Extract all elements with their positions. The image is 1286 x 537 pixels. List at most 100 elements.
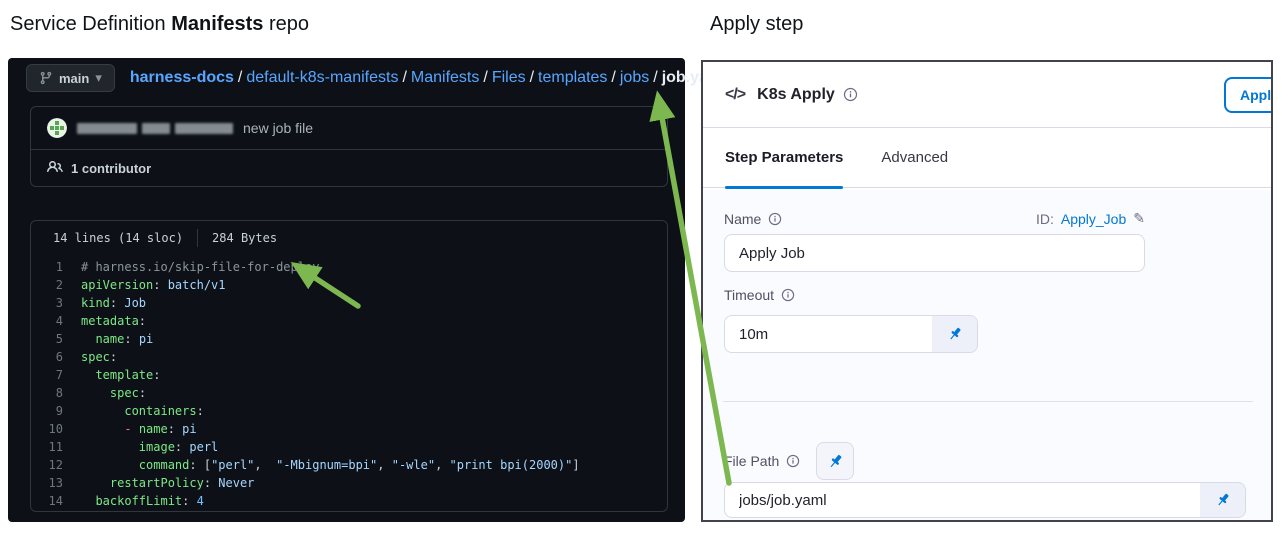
code-text: image: perl: [138, 440, 219, 454]
timeout-input-group: [724, 315, 978, 353]
breadcrumb-segment-link[interactable]: Manifests: [411, 69, 479, 86]
file-path-label: File Path: [724, 453, 800, 469]
file-path-pin-button[interactable]: [816, 442, 855, 480]
line-number[interactable]: 9: [31, 402, 81, 420]
step-id-value[interactable]: Apply_Job: [1061, 211, 1126, 227]
code-line: 1 # harness.io/skip-file-for-deploy: [31, 258, 667, 276]
code-line: 14 backoffLimit: 4: [31, 492, 667, 510]
commit-row: new job file: [31, 107, 667, 150]
line-number[interactable]: 7: [31, 366, 81, 384]
code-text: kind: Job: [81, 296, 147, 310]
step-id-row: ID: Apply_Job ✎: [1036, 210, 1145, 227]
code-line: 4 metadata:: [31, 312, 667, 330]
code-line: 8 spec:: [31, 384, 667, 402]
name-info-icon[interactable]: [768, 212, 782, 226]
contributors-label: 1 contributor: [71, 160, 152, 176]
breadcrumb-segment-link[interactable]: templates: [538, 69, 607, 86]
file-path-label-text: File Path: [724, 453, 780, 469]
code-line: 13 restartPolicy: Never: [31, 474, 667, 492]
step-tabs: Step Parameters Advanced: [703, 128, 1271, 189]
code-line: 2 apiVersion: batch/v1: [31, 276, 667, 294]
file-size: 284 Bytes: [197, 229, 277, 247]
step-info-icon[interactable]: [843, 87, 858, 102]
code-line: 3 kind: Job: [31, 294, 667, 312]
people-icon: [47, 159, 63, 178]
breadcrumb-repo-link[interactable]: harness-docs: [130, 69, 234, 86]
github-file-header: main ▾ harness-docs / default-k8s-manifest…: [26, 64, 727, 92]
line-number[interactable]: 5: [31, 330, 81, 348]
github-file-view: main ▾ harness-docs / default-k8s-manifest…: [8, 58, 727, 522]
code-text: - name: pi: [124, 422, 197, 436]
tab-advanced[interactable]: Advanced: [881, 128, 948, 187]
name-label: Name: [724, 211, 782, 227]
file-path-label-row: File Path: [724, 442, 855, 480]
timeout-label: Timeout: [724, 287, 795, 303]
line-number[interactable]: 13: [31, 474, 81, 492]
breadcrumb-segment-link[interactable]: Files: [492, 69, 526, 86]
commit-author-redacted: [77, 122, 233, 134]
breadcrumb-separator: /: [611, 69, 616, 86]
id-label: ID:: [1035, 210, 1054, 227]
code-text: metadata:: [81, 314, 147, 328]
code-text: backoffLimit: 4: [95, 494, 204, 508]
step-parameters-form: Name ID: Apply_Job ✎ Timeout: [703, 190, 1271, 520]
line-number[interactable]: 10: [31, 420, 81, 438]
left-panel-title: Service Definition Manifests repo: [10, 13, 309, 36]
line-number[interactable]: 4: [31, 312, 81, 330]
tab-step-parameters[interactable]: Step Parameters: [725, 128, 844, 189]
code-text: apiVersion: batch/v1: [81, 278, 226, 292]
line-number[interactable]: 2: [31, 276, 81, 294]
step-header: </> K8s Apply Apply: [703, 62, 1271, 128]
line-number[interactable]: 6: [31, 348, 81, 366]
line-number[interactable]: 11: [31, 438, 81, 456]
file-path-input[interactable]: [725, 483, 1185, 517]
branch-selector-button[interactable]: main ▾: [26, 64, 115, 92]
line-number[interactable]: 12: [31, 456, 81, 474]
line-number[interactable]: 8: [31, 384, 81, 402]
edit-id-icon[interactable]: ✎: [1133, 210, 1145, 227]
code-lines: 1 # harness.io/skip-file-for-deploy 2 apiVe…: [31, 255, 667, 513]
code-text: command: ["perl", "-Mbignum=bpi", "-wle"…: [138, 458, 580, 472]
code-line: 6 spec:: [31, 348, 667, 366]
code-text: name: pi: [95, 332, 154, 346]
code-text: containers:: [124, 404, 204, 418]
code-line: 11 image: perl: [31, 438, 667, 456]
file-path-pin-icon[interactable]: [1200, 483, 1245, 517]
contributors-row[interactable]: 1 contributor: [31, 150, 667, 186]
name-label-row: Name ID: Apply_Job ✎: [724, 210, 1145, 227]
breadcrumb-separator: /: [483, 69, 488, 86]
breadcrumb-separator: /: [529, 69, 535, 86]
apply-changes-button[interactable]: Apply: [1224, 77, 1271, 113]
code-line: 12 command: ["perl", "-Mbignum=bpi", "-w…: [31, 456, 667, 474]
left-title-suffix: repo: [263, 13, 310, 35]
step-title: K8s Apply: [757, 85, 835, 103]
line-number[interactable]: 1: [31, 258, 81, 276]
file-lines-count: 14 lines (14 sloc): [53, 231, 184, 245]
breadcrumb-segment-link[interactable]: default-k8s-manifests: [246, 69, 398, 86]
code-text: template:: [95, 368, 161, 382]
line-number[interactable]: 3: [31, 294, 81, 312]
left-title-bold: Manifests: [171, 13, 264, 35]
branch-name: main: [59, 70, 90, 86]
chevron-down-icon: ▾: [95, 70, 102, 85]
breadcrumb-segment-link[interactable]: jobs: [620, 69, 649, 86]
breadcrumb: harness-docs / default-k8s-manifests / Manif…: [130, 69, 727, 87]
breadcrumb-separator: /: [237, 69, 243, 86]
line-number[interactable]: 14: [31, 492, 81, 510]
step-type-icon: </>: [725, 85, 746, 103]
file-meta-bar: 14 lines (14 sloc) 284 Bytes: [31, 221, 667, 255]
breadcrumb-separator: /: [653, 69, 658, 86]
avatar[interactable]: [47, 118, 67, 138]
file-path-info-icon[interactable]: [786, 454, 800, 468]
timeout-input[interactable]: [725, 316, 925, 352]
code-text: # harness.io/skip-file-for-deploy: [81, 260, 320, 274]
commit-message[interactable]: new job file: [243, 120, 313, 136]
code-line: 9 containers:: [31, 402, 667, 420]
k8s-apply-step-panel: </> K8s Apply Apply Step Parameters Adva…: [701, 60, 1273, 522]
timeout-info-icon[interactable]: [781, 288, 795, 302]
right-panel-title: Apply step: [710, 13, 804, 35]
name-input[interactable]: [724, 234, 1145, 272]
file-path-input-group: [724, 482, 1246, 518]
page: Service Definition Manifests repo Apply …: [0, 0, 1286, 537]
timeout-pin-icon[interactable]: [932, 316, 977, 352]
